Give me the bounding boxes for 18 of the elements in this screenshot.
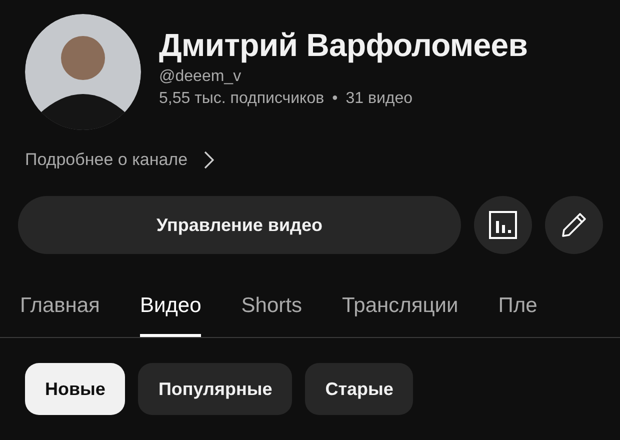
filter-chip[interactable]: Старые <box>305 363 414 415</box>
tab[interactable]: Главная <box>20 290 100 337</box>
subscriber-count: 5,55 тыс. подписчиков <box>159 90 324 108</box>
video-count: 31 видео <box>346 90 413 108</box>
channel-name: Дмитрий Варфоломеев <box>159 26 528 64</box>
tab[interactable]: Пле <box>498 290 538 337</box>
bar-chart-icon <box>488 210 518 240</box>
filter-chip[interactable]: Популярные <box>138 363 292 415</box>
channel-info-link[interactable]: Подробнее о канале <box>25 150 188 170</box>
filter-chip[interactable]: Новые <box>25 363 126 415</box>
tab[interactable]: Shorts <box>241 290 302 337</box>
chevron-right-icon[interactable] <box>204 151 214 169</box>
separator-dot: • <box>332 90 338 108</box>
channel-handle: @deeem_v <box>159 68 242 86</box>
tab[interactable]: Видео <box>140 290 202 337</box>
pencil-icon <box>559 210 589 240</box>
tab[interactable]: Трансляции <box>342 290 458 337</box>
manage-videos-button[interactable]: Управление видео <box>18 196 461 254</box>
